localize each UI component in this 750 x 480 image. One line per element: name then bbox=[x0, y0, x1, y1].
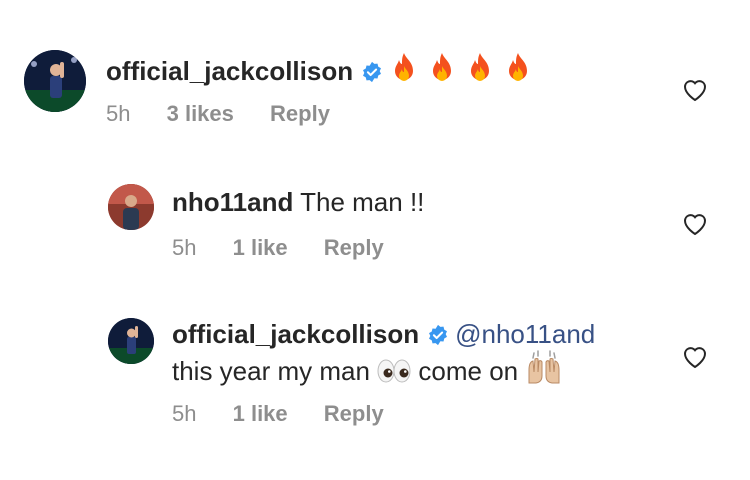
comment-meta: 5h 1 like Reply bbox=[172, 400, 414, 428]
timestamp: 5h bbox=[172, 401, 197, 426]
timestamp: 5h bbox=[172, 235, 197, 260]
eyes-icon bbox=[377, 358, 411, 391]
like-heart-icon[interactable] bbox=[682, 78, 708, 102]
reply-button[interactable]: Reply bbox=[324, 235, 384, 260]
comment-meta: 5h 1 like Reply bbox=[172, 234, 414, 262]
avatar-image bbox=[108, 318, 154, 364]
comment-text: The man !! bbox=[300, 187, 425, 217]
fire-icon bbox=[389, 52, 419, 91]
username[interactable]: official_jackcollison bbox=[106, 56, 353, 86]
likes-count[interactable]: 3 likes bbox=[167, 101, 234, 126]
fire-icon bbox=[465, 52, 495, 91]
avatar-image bbox=[24, 50, 86, 112]
likes-count[interactable]: 1 like bbox=[233, 235, 288, 260]
username[interactable]: official_jackcollison bbox=[172, 319, 419, 349]
reply-button[interactable]: Reply bbox=[324, 401, 384, 426]
mention-link[interactable]: @nho11and bbox=[455, 319, 595, 349]
verified-badge-icon bbox=[427, 324, 449, 346]
fire-icon bbox=[503, 52, 533, 91]
like-heart-icon[interactable] bbox=[682, 345, 708, 369]
comment-meta: 5h 3 likes Reply bbox=[106, 100, 360, 128]
avatar-image bbox=[108, 184, 154, 230]
fire-icon bbox=[427, 52, 457, 91]
comment-text: come on bbox=[418, 356, 519, 386]
likes-count[interactable]: 1 like bbox=[233, 401, 288, 426]
reply-button[interactable]: Reply bbox=[270, 101, 330, 126]
like-heart-icon[interactable] bbox=[682, 212, 708, 236]
avatar[interactable] bbox=[24, 50, 86, 112]
verified-badge-icon bbox=[361, 61, 383, 83]
raising-hands-icon bbox=[525, 350, 563, 391]
timestamp: 5h bbox=[106, 101, 131, 126]
username[interactable]: nho11and bbox=[172, 187, 293, 217]
avatar[interactable] bbox=[108, 318, 154, 364]
comment-text: this year my man bbox=[172, 356, 370, 386]
avatar[interactable] bbox=[108, 184, 154, 230]
comments-thread: official_jackcollison 5h 3 likes Reply n… bbox=[0, 0, 750, 480]
